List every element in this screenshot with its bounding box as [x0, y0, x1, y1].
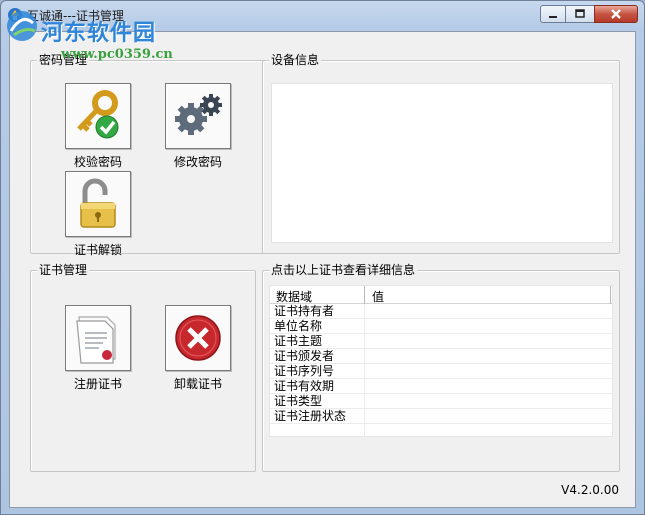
minimize-button[interactable]	[540, 5, 566, 23]
row-field: 证书有效期	[274, 379, 335, 393]
table-row[interactable]: 证书有效期	[270, 379, 612, 394]
watermark-logo-icon	[7, 11, 37, 41]
app-window: 互诚通---证书管理 密码管理 校验密码 修改密码 证书解锁 设备信息 证书管理…	[0, 0, 645, 515]
password-group: 密码管理 校验密码 修改密码 证书解锁	[30, 53, 264, 257]
row-field: 证书主题	[274, 334, 323, 348]
device-info-box	[271, 83, 613, 243]
table-row[interactable]: 证书持有者	[270, 304, 612, 319]
key-check-icon	[77, 90, 119, 139]
row-field: 证书序列号	[274, 364, 335, 378]
detail-group: 点击以上证书查看详细信息 数据域 值 证书持有者 单位名称 证书主题 证书颁发者…	[262, 263, 620, 472]
close-button[interactable]	[594, 5, 638, 23]
table-header: 数据域 值	[270, 286, 612, 304]
row-field: 证书颁发者	[274, 349, 335, 363]
row-field: 证书类型	[274, 394, 323, 408]
column-divider[interactable]	[364, 286, 365, 304]
change-password-button[interactable]	[165, 83, 231, 149]
version-label: V4.2.0.00	[561, 483, 619, 497]
unlock-certificate-button[interactable]	[65, 171, 131, 237]
detail-group-title: 点击以上证书查看详细信息	[269, 263, 418, 277]
device-info-group: 设备信息	[262, 53, 620, 254]
row-field: 证书注册状态	[274, 409, 347, 423]
table-row[interactable]: 证书主题	[270, 334, 612, 349]
table-row[interactable]: 证书颁发者	[270, 349, 612, 364]
table-row[interactable]: 证书类型	[270, 394, 612, 409]
table-row[interactable]: 证书序列号	[270, 364, 612, 379]
window-controls	[540, 5, 638, 23]
table-row[interactable]: 证书注册状态	[270, 409, 612, 424]
maximize-button[interactable]	[565, 5, 595, 23]
minimize-icon	[549, 16, 557, 18]
row-field: 证书持有者	[274, 304, 335, 318]
column-divider-end[interactable]	[610, 286, 611, 304]
column-header-field[interactable]: 数据域	[276, 288, 312, 305]
red-x-icon	[175, 315, 221, 361]
certificate-group-title: 证书管理	[37, 263, 90, 277]
table-row[interactable]: 单位名称	[270, 319, 612, 334]
verify-password-button[interactable]	[65, 83, 131, 149]
row-field: 单位名称	[274, 319, 323, 333]
main-panel: 密码管理 校验密码 修改密码 证书解锁 设备信息 证书管理 注册证书 卸载证书 …	[9, 31, 636, 508]
gears-icon	[175, 94, 222, 135]
padlock-open-icon	[80, 178, 116, 228]
close-icon	[611, 9, 621, 19]
uninstall-certificate-label: 卸载证书	[173, 377, 222, 391]
watermark-title: 河东软件园	[41, 21, 157, 46]
certificate-group: 证书管理 注册证书 卸载证书	[30, 263, 256, 472]
register-certificate-button[interactable]	[65, 305, 131, 371]
certificate-icon	[76, 316, 116, 364]
unlock-certificate-label: 证书解锁	[73, 243, 122, 257]
device-info-title: 设备信息	[269, 53, 322, 67]
column-header-value[interactable]: 值	[372, 288, 384, 305]
maximize-icon	[575, 9, 585, 18]
change-password-label: 修改密码	[173, 155, 222, 169]
verify-password-label: 校验密码	[73, 155, 122, 169]
watermark-url: www.pc0359.cn	[61, 47, 173, 62]
detail-table[interactable]: 数据域 值 证书持有者 单位名称 证书主题 证书颁发者 证书序列号 证书有效期 …	[269, 285, 613, 437]
register-certificate-label: 注册证书	[73, 377, 122, 391]
uninstall-certificate-button[interactable]	[165, 305, 231, 371]
